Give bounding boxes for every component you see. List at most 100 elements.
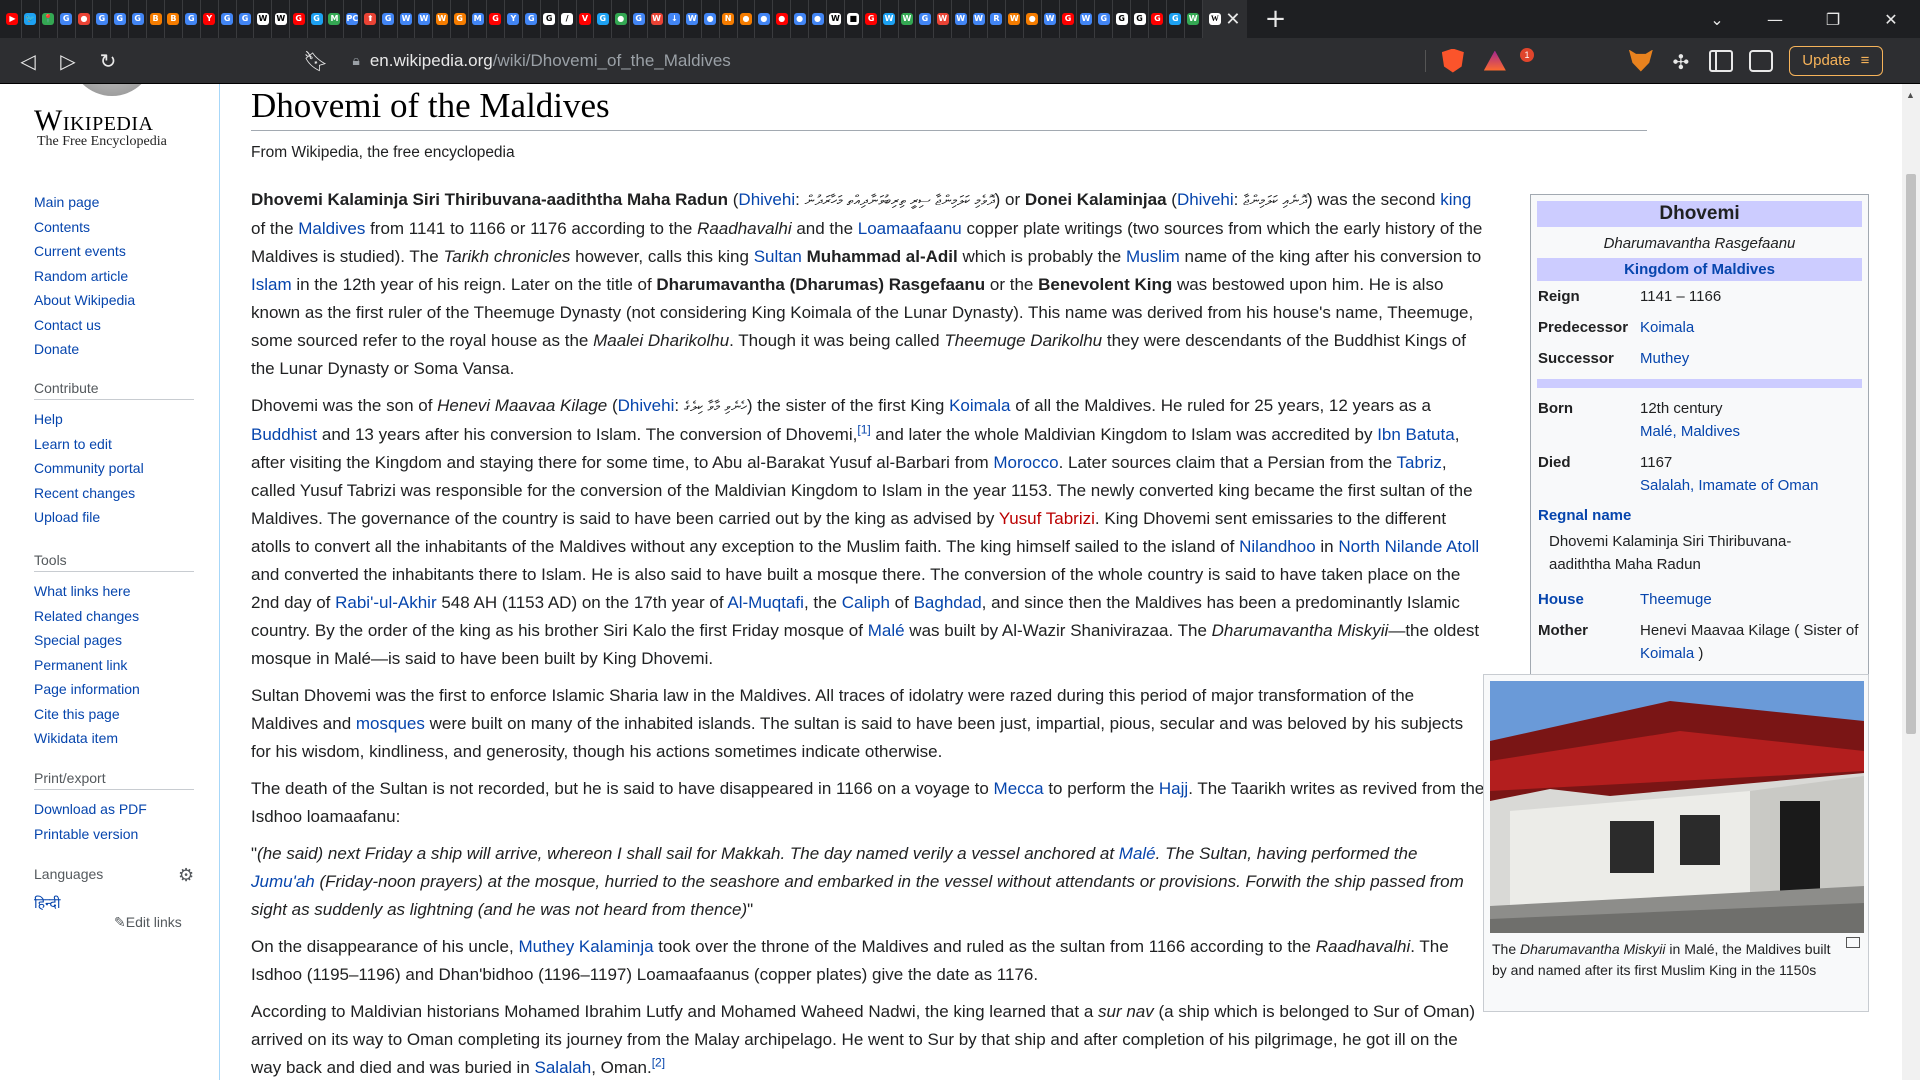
link-north-nilande-atoll[interactable]: North Nilande Atoll — [1338, 537, 1479, 556]
brave-rewards-icon[interactable] — [1483, 50, 1506, 71]
browser-tab[interactable]: G — [1095, 0, 1114, 38]
forward-button[interactable]: ▷ — [48, 49, 88, 73]
back-button[interactable]: ◁ — [8, 49, 48, 73]
infobox-kingdom-link[interactable]: Kingdom of Maldives — [1537, 258, 1862, 281]
browser-tab[interactable]: W — [398, 0, 416, 38]
browser-tab[interactable]: 📍 — [40, 0, 58, 38]
browser-tab[interactable]: ↓ — [666, 0, 684, 38]
browser-tab[interactable]: W — [899, 0, 917, 38]
link-salalah[interactable]: Salalah — [535, 1058, 592, 1077]
browser-tab[interactable]: B — [147, 0, 166, 38]
browser-tab[interactable]: ● — [791, 0, 810, 38]
browser-tab[interactable]: G — [308, 0, 327, 38]
link-loamaafaanu[interactable]: Loamaafaanu — [858, 219, 962, 238]
sidebar-item-help[interactable]: Help — [34, 407, 194, 432]
browser-tab[interactable]: W — [272, 0, 291, 38]
link-mecca[interactable]: Mecca — [994, 779, 1044, 798]
close-tab-button[interactable]: ✕ — [1225, 9, 1240, 30]
link-buddhist[interactable]: Buddhist — [251, 425, 317, 444]
link-muthey-kalaminja[interactable]: Muthey Kalaminja — [518, 937, 653, 956]
browser-tab[interactable]: G — [1060, 0, 1078, 38]
predecessor-link[interactable]: Koimala — [1640, 319, 1694, 336]
browser-tab[interactable]: G — [487, 0, 505, 38]
mosque-photo[interactable] — [1490, 681, 1864, 933]
link-morocco[interactable]: Morocco — [993, 453, 1058, 472]
sidebar-item-what-links-here[interactable]: What links here — [34, 579, 194, 604]
browser-tab[interactable]: G — [1113, 0, 1132, 38]
sidebar-toggle-icon[interactable] — [1708, 49, 1733, 72]
browser-tab[interactable]: ■ — [845, 0, 863, 38]
link-dhivehi-2[interactable]: Dhivehi — [1177, 190, 1234, 209]
sidebar-item-permanent-link[interactable]: Permanent link — [34, 653, 194, 678]
sidebar-item-about-wikipedia[interactable]: About Wikipedia — [34, 288, 135, 313]
browser-tab[interactable]: PC — [344, 0, 362, 38]
sidebar-item-wikidata-item[interactable]: Wikidata item — [34, 726, 194, 751]
edit-links-link[interactable]: ✎Edit links — [114, 914, 182, 931]
link-king[interactable]: king — [1440, 190, 1471, 209]
browser-tab[interactable]: W — [934, 0, 953, 38]
link-male-2[interactable]: Malé — [1119, 844, 1156, 863]
browser-tab[interactable]: ● — [773, 0, 792, 38]
browser-tab[interactable]: N — [720, 0, 738, 38]
language-link-hindi[interactable]: हिन्दी — [34, 892, 194, 917]
link-yusuf-tabrizi[interactable]: Yusuf Tabrizi — [999, 509, 1095, 528]
browser-tab[interactable]: G — [1131, 0, 1149, 38]
tab-search-button[interactable]: ⌄ — [1688, 10, 1746, 29]
link-baghdad[interactable]: Baghdad — [914, 593, 982, 612]
metamask-extension-icon[interactable] — [1628, 49, 1653, 72]
sidebar-item-recent-changes[interactable]: Recent changes — [34, 481, 194, 506]
wikipedia-globe-logo[interactable] — [70, 84, 154, 96]
sidebar-item-related-changes[interactable]: Related changes — [34, 604, 194, 629]
link-rabi-ul-akhir[interactable]: Rabi'-ul-Akhir — [335, 593, 437, 612]
browser-tab[interactable]: G — [1167, 0, 1185, 38]
link-mosques[interactable]: mosques — [356, 714, 425, 733]
sidebar-item-printable-version[interactable]: Printable version — [34, 822, 194, 847]
language-settings-gear-icon[interactable]: ⚙ — [178, 865, 194, 886]
browser-tab[interactable]: 🐦 — [22, 0, 40, 38]
browser-tab[interactable]: ● — [612, 0, 631, 38]
link-nilandhoo[interactable]: Nilandhoo — [1239, 537, 1316, 556]
browser-tab[interactable]: W — [970, 0, 988, 38]
browser-tab[interactable]: W — [1006, 0, 1024, 38]
browser-tab[interactable]: W — [1077, 0, 1096, 38]
active-tab[interactable]: W ✕ — [1202, 0, 1247, 38]
link-tabriz[interactable]: Tabriz — [1397, 453, 1442, 472]
browser-tab[interactable]: G — [630, 0, 649, 38]
browser-tab[interactable]: G — [183, 0, 201, 38]
browser-tab[interactable]: G — [380, 0, 398, 38]
browser-tab[interactable]: B — [165, 0, 183, 38]
browser-tab[interactable]: G — [111, 0, 130, 38]
regnal-name-link[interactable]: Regnal name — [1537, 501, 1862, 526]
citation-2[interactable]: [2] — [652, 1055, 665, 1069]
page-scrollbar[interactable]: ▲ — [1902, 84, 1920, 1080]
browser-tab[interactable]: M — [469, 0, 488, 38]
wikipedia-wordmark[interactable]: Wikipedia — [34, 104, 153, 138]
link-maldives[interactable]: Maldives — [298, 219, 365, 238]
close-window-button[interactable]: ✕ — [1862, 10, 1920, 29]
mother-koimala-link[interactable]: Koimala — [1640, 645, 1694, 662]
died-place-link[interactable]: Salalah, Imamate of Oman — [1640, 477, 1818, 494]
sidebar-item-contents[interactable]: Contents — [34, 215, 135, 240]
browser-tab[interactable]: G — [93, 0, 112, 38]
browser-tab[interactable]: W — [684, 0, 702, 38]
browser-tab[interactable]: G — [451, 0, 470, 38]
browser-tab[interactable]: W — [648, 0, 666, 38]
new-tab-button[interactable]: + — [1265, 4, 1287, 34]
browser-tab[interactable]: M — [326, 0, 344, 38]
browser-tab[interactable]: W — [1042, 0, 1060, 38]
browser-tab[interactable]: ⬆ — [362, 0, 380, 38]
enlarge-icon[interactable] — [1846, 937, 1860, 948]
link-dhivehi[interactable]: Dhivehi — [738, 190, 795, 209]
browser-tab[interactable]: W — [1185, 0, 1203, 38]
link-ibn-batuta[interactable]: Ibn Batuta — [1377, 425, 1455, 444]
link-jumuah[interactable]: Jumu'ah — [251, 872, 315, 891]
browser-tab[interactable]: G — [219, 0, 237, 38]
browser-tab[interactable]: ● — [76, 0, 94, 38]
browser-tab[interactable]: G — [129, 0, 148, 38]
browser-tab[interactable]: G — [58, 0, 76, 38]
browser-tab[interactable]: Y — [505, 0, 523, 38]
browser-tab[interactable]: G — [594, 0, 613, 38]
sidebar-item-download-as-pdf[interactable]: Download as PDF — [34, 797, 194, 822]
link-dhivehi-3[interactable]: Dhivehi — [618, 396, 675, 415]
browser-tab[interactable]: / — [559, 0, 577, 38]
